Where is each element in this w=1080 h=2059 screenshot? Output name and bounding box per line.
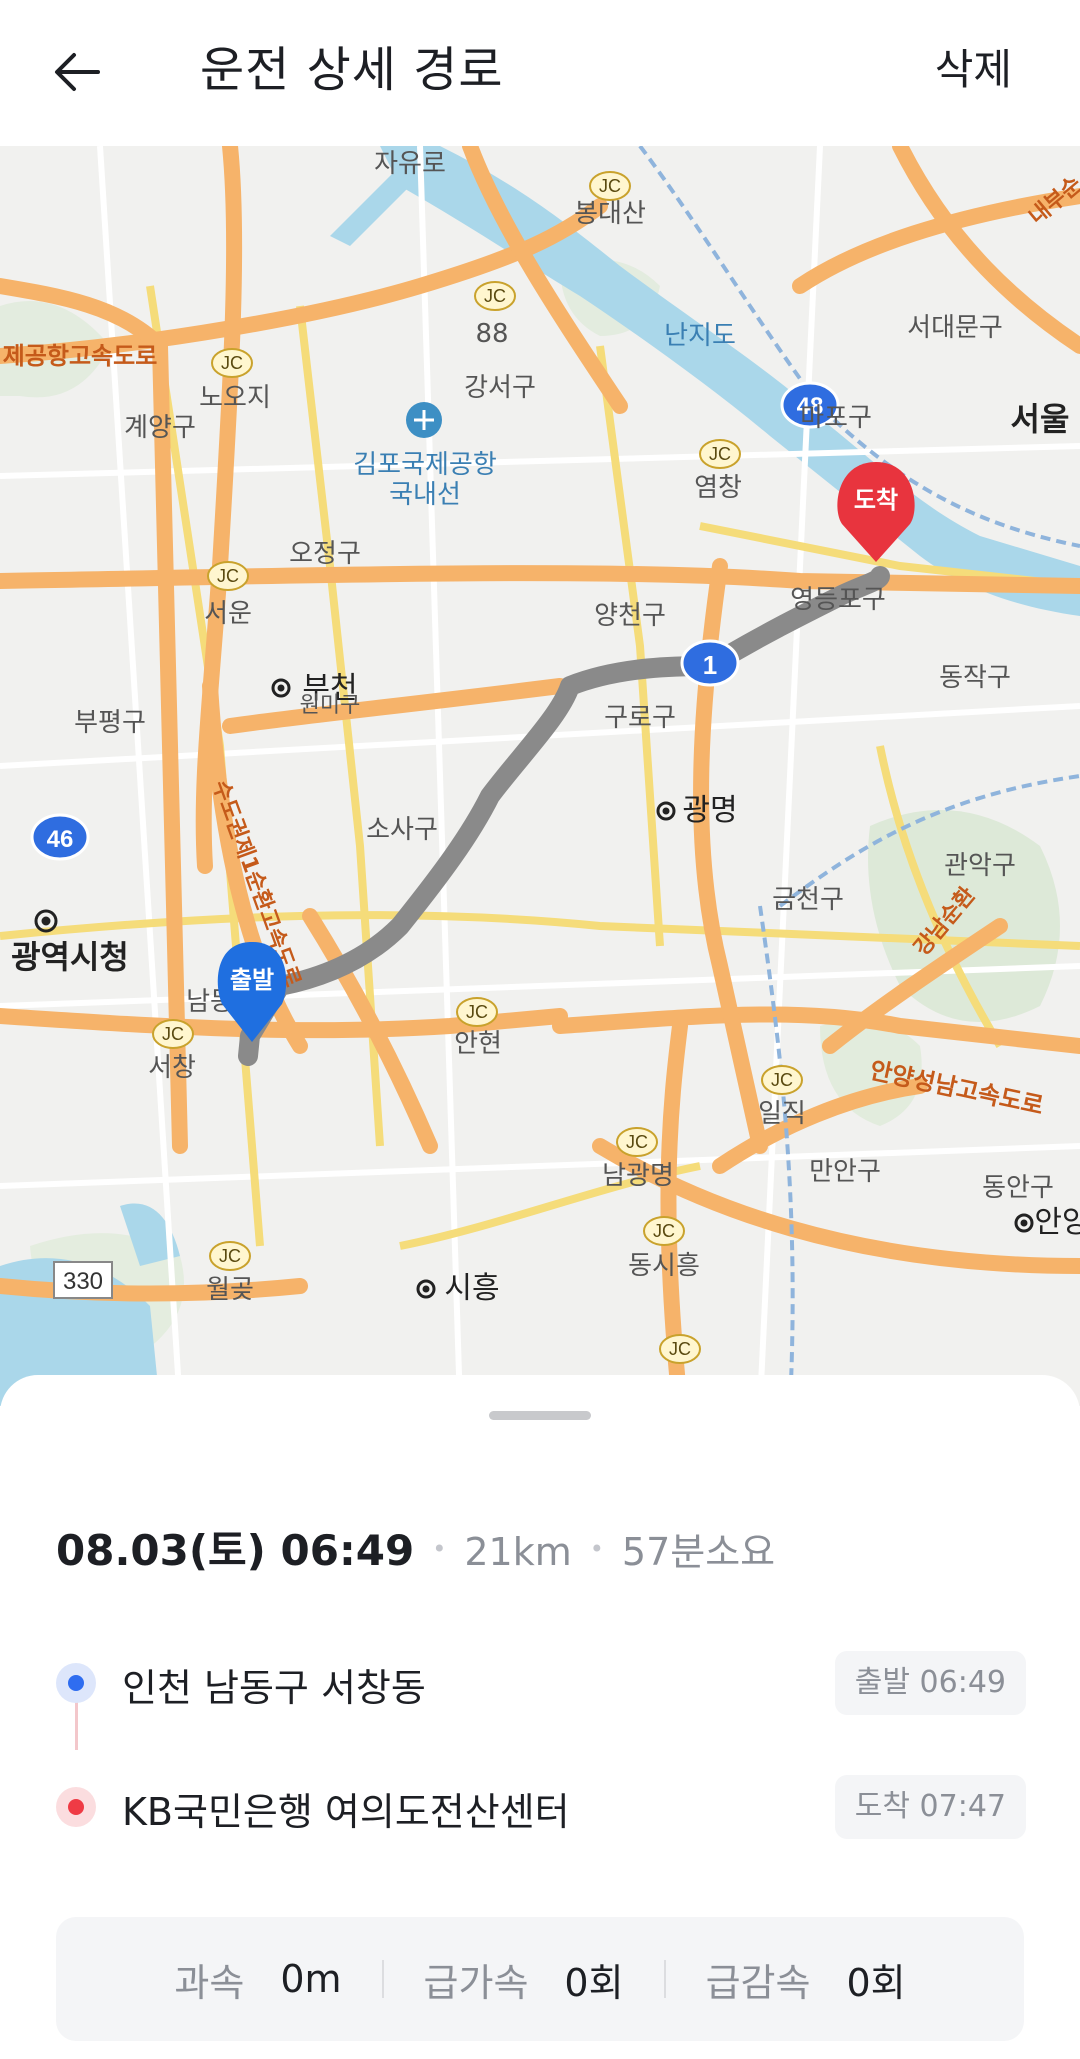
svg-text:안현: 안현 bbox=[454, 1029, 502, 1059]
svg-text:JC: JC bbox=[771, 1070, 793, 1090]
end-pin[interactable]: 도착 bbox=[837, 462, 915, 562]
separator-dot: • bbox=[432, 1535, 447, 1563]
route-shield-46: 46 bbox=[30, 813, 90, 861]
svg-text:동안구: 동안구 bbox=[982, 1173, 1054, 1203]
svg-text:소사구: 소사구 bbox=[366, 815, 438, 845]
end-time-badge: 도착 07:47 bbox=[834, 1775, 1026, 1839]
svg-text:영등포구: 영등포구 bbox=[790, 585, 886, 615]
svg-text:노오지: 노오지 bbox=[199, 383, 271, 413]
stat-divider bbox=[663, 1960, 666, 1998]
svg-text:JC: JC bbox=[217, 566, 239, 586]
svg-text:국내선: 국내선 bbox=[389, 480, 461, 510]
stat-label: 급감속 bbox=[705, 1960, 811, 2005]
driving-stats-box: 과속 0m 급가속 0회 급감속 0회 bbox=[56, 1917, 1024, 2041]
arrow-left-icon bbox=[55, 53, 100, 91]
svg-text:일직: 일직 bbox=[758, 1099, 806, 1129]
svg-text:자유로: 자유로 bbox=[374, 149, 446, 179]
svg-text:서운: 서운 bbox=[204, 599, 252, 629]
stat-value: 0회 bbox=[846, 1960, 906, 2005]
route-map[interactable]: 1 46 48 330 JC JC JC JC JC JC JC JC JC J… bbox=[0, 146, 1080, 1406]
svg-text:제공항고속도로: 제공항고속도로 bbox=[3, 342, 158, 370]
svg-text:염창: 염창 bbox=[694, 473, 742, 503]
svg-text:JC: JC bbox=[709, 444, 731, 464]
stat-label: 급가속 bbox=[423, 1960, 529, 2005]
svg-text:서창: 서창 bbox=[148, 1053, 196, 1083]
svg-text:88: 88 bbox=[475, 319, 508, 349]
stat-rapid-accel: 급가속 0회 bbox=[424, 1952, 624, 2007]
svg-text:JC: JC bbox=[219, 1246, 241, 1266]
map-canvas[interactable]: 1 46 48 330 JC JC JC JC JC JC JC JC JC J… bbox=[0, 146, 1080, 1406]
end-dot-icon bbox=[56, 1787, 96, 1827]
trip-detail-sheet: 08.03(토) 06:49 • 21km • 57분소요 인천 남동구 서창동 출발 … bbox=[0, 1375, 1080, 2059]
stat-speeding: 과속 0m bbox=[174, 1952, 341, 2007]
svg-text:광역시청: 광역시청 bbox=[11, 938, 129, 976]
app-header: 운전 상세 경로 삭제 bbox=[0, 0, 1080, 146]
svg-text:관악구: 관악구 bbox=[944, 851, 1016, 881]
start-time-badge: 출발 06:49 bbox=[834, 1651, 1026, 1715]
svg-text:마포구: 마포구 bbox=[800, 403, 872, 433]
svg-text:동작구: 동작구 bbox=[939, 663, 1011, 693]
trip-distance: 21km bbox=[464, 1530, 572, 1574]
svg-text:출발: 출발 bbox=[230, 966, 274, 994]
svg-text:안양: 안양 bbox=[1034, 1205, 1080, 1240]
svg-text:강서구: 강서구 bbox=[464, 373, 536, 403]
svg-text:JC: JC bbox=[599, 176, 621, 196]
svg-text:난지도: 난지도 bbox=[664, 321, 736, 351]
stat-rapid-decel: 급감속 0회 bbox=[706, 1952, 906, 2007]
trip-date-time: 08.03(토) 06:49 bbox=[56, 1526, 415, 1575]
start-location: 인천 남동구 서창동 bbox=[122, 1666, 426, 1710]
svg-text:도착: 도착 bbox=[854, 486, 898, 514]
back-button[interactable] bbox=[48, 40, 112, 104]
svg-text:JC: JC bbox=[466, 1002, 488, 1022]
svg-text:남광명: 남광명 bbox=[602, 1161, 674, 1191]
sheet-handle[interactable] bbox=[489, 1411, 591, 1420]
stat-value: 0회 bbox=[564, 1960, 624, 2005]
svg-text:오정구: 오정구 bbox=[289, 539, 361, 569]
svg-text:양천구: 양천구 bbox=[594, 601, 666, 631]
start-stop: 인천 남동구 서창동 출발 06:49 bbox=[56, 1643, 1026, 1723]
svg-text:JC: JC bbox=[162, 1024, 184, 1044]
svg-text:JC: JC bbox=[484, 286, 506, 306]
route-shield-330: 330 bbox=[53, 1261, 113, 1299]
start-dot-icon bbox=[56, 1663, 96, 1703]
svg-text:서울: 서울 bbox=[1011, 400, 1070, 438]
trip-duration: 57분소요 bbox=[621, 1530, 776, 1574]
svg-text:구로구: 구로구 bbox=[604, 703, 676, 733]
svg-text:시흥: 시흥 bbox=[444, 1271, 499, 1306]
svg-text:월곶: 월곶 bbox=[206, 1275, 254, 1305]
svg-text:부평구: 부평구 bbox=[74, 708, 146, 738]
svg-text:김포국제공항: 김포국제공항 bbox=[353, 450, 497, 480]
svg-text:계양구: 계양구 bbox=[124, 413, 196, 443]
route-shield-1: 1 bbox=[680, 639, 740, 687]
end-stop: KB국민은행 여의도전산센터 도착 07:47 bbox=[56, 1767, 1026, 1847]
svg-text:330: 330 bbox=[63, 1268, 103, 1295]
svg-text:JC: JC bbox=[626, 1132, 648, 1152]
stat-label: 과속 bbox=[174, 1960, 245, 2005]
page-title: 운전 상세 경로 bbox=[200, 42, 504, 98]
svg-text:1: 1 bbox=[703, 650, 717, 680]
svg-text:봉대산: 봉대산 bbox=[574, 199, 646, 229]
separator-dot: • bbox=[589, 1535, 604, 1563]
svg-text:JC: JC bbox=[669, 1339, 691, 1359]
airport-icon bbox=[406, 402, 442, 438]
svg-text:JC: JC bbox=[221, 353, 243, 373]
svg-text:금천구: 금천구 bbox=[772, 885, 844, 915]
end-location: KB국민은행 여의도전산센터 bbox=[122, 1790, 570, 1834]
svg-text:46: 46 bbox=[47, 826, 74, 853]
svg-text:서대문구: 서대문구 bbox=[907, 313, 1003, 343]
svg-text:원미구: 원미구 bbox=[300, 693, 361, 718]
stat-divider bbox=[381, 1960, 384, 1998]
svg-text:만안구: 만안구 bbox=[809, 1157, 881, 1187]
stat-value: 0m bbox=[280, 1957, 342, 2001]
svg-text:광명: 광명 bbox=[682, 793, 737, 828]
delete-button[interactable]: 삭제 bbox=[935, 36, 1012, 97]
svg-text:JC: JC bbox=[653, 1221, 675, 1241]
trip-summary: 08.03(토) 06:49 • 21km • 57분소요 bbox=[56, 1517, 775, 1578]
svg-text:동시흥: 동시흥 bbox=[628, 1251, 700, 1281]
